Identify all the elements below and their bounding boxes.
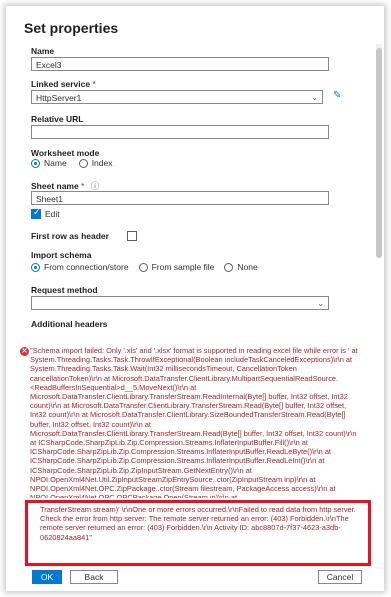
sheet-name-label-text: Sheet name [31,181,79,191]
worksheet-mode-index-radio[interactable] [78,158,88,168]
additional-headers-label: Additional headers [31,319,108,329]
name-input[interactable]: Excel3 [31,57,329,71]
import-schema-none-radio[interactable] [224,262,234,272]
import-schema-none-label: None [237,262,258,272]
worksheet-mode-name-radio[interactable] [31,158,40,168]
error-circle-icon: ✕ [20,347,29,356]
worksheet-mode-name-label: Name [44,158,67,168]
required-marker: * [81,181,85,191]
cancel-button[interactable]: Cancel [318,570,362,584]
import-schema-sample-radio[interactable] [138,262,148,272]
edit-checkbox[interactable] [31,207,41,219]
edit-checkbox-label: Edit [45,209,60,219]
sheet-name-input[interactable]: Sheet1 [31,191,329,205]
request-method-select[interactable]: ⌄ [31,296,329,310]
footer: OK Back Cancel [0,570,378,585]
worksheet-mode-radio-group: Name Index [31,158,112,168]
import-schema-radio-group: From connection/store From sample file N… [31,262,258,272]
worksheet-mode-label: Worksheet mode [31,148,100,158]
chevron-down-icon: ⌄ [317,299,324,308]
panel-title: Set properties [24,20,119,36]
relative-url-input[interactable] [31,125,329,139]
name-label: Name [31,46,55,56]
required-marker: * [92,79,96,89]
form-scrollbar[interactable] [376,44,382,258]
import-schema-connection-radio[interactable] [31,262,40,272]
worksheet-mode-index-label: Index [91,158,113,168]
import-schema-connection-label: From connection/store [44,262,129,272]
edit-pencil-icon[interactable]: ✎ [333,90,341,101]
error-message: "Schema import failed: Only '.xls' and '… [30,346,358,498]
first-row-header-row: First row as header [31,231,137,241]
error-highlight-box [25,500,371,566]
back-button[interactable]: Back [70,570,118,584]
info-icon[interactable]: ⓘ [91,181,100,191]
relative-url-label: Relative URL [31,114,84,124]
edit-checkbox-row: Edit [31,207,60,219]
linked-service-label: Linked service * [31,79,96,89]
first-row-header-label: First row as header [31,231,109,241]
linked-service-value: HttpServer1 [36,93,82,103]
scrollbar-thumb[interactable] [376,48,382,258]
linked-service-label-text: Linked service [31,79,91,89]
first-row-header-checkbox[interactable] [126,231,137,241]
import-schema-label: Import schema [31,250,92,260]
import-schema-sample-label: From sample file [151,262,215,272]
request-method-label: Request method [31,285,98,295]
linked-service-select[interactable]: HttpServer1 ⌄ [31,90,323,104]
ok-button[interactable]: OK [32,570,62,584]
chevron-down-icon: ⌄ [311,93,318,102]
